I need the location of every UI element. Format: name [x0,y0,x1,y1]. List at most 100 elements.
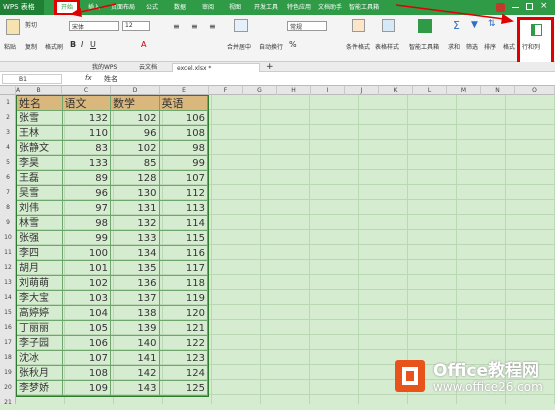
table-cell[interactable]: 106 [159,111,208,126]
col-header[interactable]: M [447,86,481,95]
row-header[interactable]: 20 [0,380,16,395]
header-math[interactable]: 数学 [111,96,160,111]
new-tab-icon[interactable]: + [262,63,278,72]
tab-excel-file[interactable]: excel.xlsx * [172,63,260,72]
col-header[interactable]: F [209,86,243,95]
table-cell[interactable]: 125 [159,381,208,396]
col-header[interactable]: C [62,86,111,95]
row-header[interactable]: 21 [0,395,16,410]
header-name[interactable]: 姓名 [17,96,63,111]
col-header[interactable]: H [277,86,311,95]
table-cell[interactable]: 116 [159,246,208,261]
table-cell[interactable]: 97 [62,201,112,216]
table-cell[interactable]: 117 [159,261,208,276]
col-header[interactable]: L [413,86,447,95]
table-cell[interactable]: 107 [159,171,208,186]
table-cell[interactable]: 张静文 [17,141,63,156]
row-header[interactable]: 7 [0,185,16,200]
table-cell[interactable]: 134 [111,246,160,261]
table-cell[interactable]: 122 [159,336,208,351]
row-header[interactable]: 8 [0,200,16,215]
table-cell[interactable]: 胡月 [17,261,63,276]
row-header[interactable]: 6 [0,170,16,185]
table-cell[interactable]: 138 [111,306,160,321]
row-header[interactable]: 1 [0,95,16,110]
col-header[interactable]: D [111,86,160,95]
formula-input[interactable]: 姓名 [104,74,118,84]
table-cell[interactable]: 123 [159,351,208,366]
table-cell[interactable]: 133 [62,156,112,171]
table-cell[interactable]: 130 [111,186,160,201]
row-header[interactable]: 9 [0,215,16,230]
table-cell[interactable]: 沈冰 [17,351,63,366]
col-header[interactable]: K [379,86,413,95]
table-cell[interactable]: 83 [62,141,112,156]
table-cell[interactable]: 119 [159,291,208,306]
col-header[interactable]: E [160,86,209,95]
table-cell[interactable]: 132 [62,111,112,126]
col-header[interactable]: N [481,86,515,95]
table-cell[interactable]: 105 [62,321,112,336]
table-cell[interactable]: 108 [159,126,208,141]
table-cell[interactable]: 89 [62,171,112,186]
table-cell[interactable]: 113 [159,201,208,216]
table-cell[interactable]: 139 [111,321,160,336]
table-cell[interactable]: 99 [159,156,208,171]
header-english[interactable]: 英语 [159,96,208,111]
table-cell[interactable]: 王磊 [17,171,63,186]
table-cell[interactable]: 99 [62,231,112,246]
table-cell[interactable]: 107 [62,351,112,366]
tab-my-wps[interactable]: 我的WPS [88,63,121,72]
table-cell[interactable]: 133 [111,231,160,246]
table-cell[interactable]: 102 [111,111,160,126]
row-header[interactable]: 14 [0,290,16,305]
row-header[interactable]: 15 [0,305,16,320]
table-cell[interactable]: 101 [62,261,112,276]
table-cell[interactable]: 李昊 [17,156,63,171]
fx-icon[interactable]: fx [85,74,92,82]
table-cell[interactable]: 100 [62,246,112,261]
table-cell[interactable]: 刘萌萌 [17,276,63,291]
table-cell[interactable]: 137 [111,291,160,306]
header-chinese[interactable]: 语文 [62,96,112,111]
table-cell[interactable]: 李大宝 [17,291,63,306]
row-header[interactable]: 12 [0,260,16,275]
table-cell[interactable]: 吴雪 [17,186,63,201]
col-header[interactable]: B [16,86,62,95]
row-header[interactable]: 5 [0,155,16,170]
table-cell[interactable]: 143 [111,381,160,396]
table-cell[interactable]: 96 [62,186,112,201]
table-cell[interactable]: 135 [111,261,160,276]
row-header[interactable]: 3 [0,125,16,140]
table-cell[interactable]: 85 [111,156,160,171]
table-cell[interactable]: 136 [111,276,160,291]
row-header[interactable]: 17 [0,335,16,350]
row-header[interactable]: 16 [0,320,16,335]
row-header[interactable]: 18 [0,350,16,365]
table-cell[interactable]: 96 [111,126,160,141]
row-header[interactable]: 2 [0,110,16,125]
table-cell[interactable]: 120 [159,306,208,321]
table-cell[interactable]: 110 [62,126,112,141]
table-cell[interactable]: 104 [62,306,112,321]
table-cell[interactable]: 132 [111,216,160,231]
table-cell[interactable]: 张秋月 [17,366,63,381]
table-cell[interactable]: 141 [111,351,160,366]
table-cell[interactable]: 106 [62,336,112,351]
table-cell[interactable]: 114 [159,216,208,231]
table-cell[interactable]: 丁丽丽 [17,321,63,336]
table-cell[interactable]: 李梦娇 [17,381,63,396]
table-cell[interactable]: 142 [111,366,160,381]
table-cell[interactable]: 98 [62,216,112,231]
table-cell[interactable]: 张强 [17,231,63,246]
table-cell[interactable]: 108 [62,366,112,381]
name-box[interactable]: B1 [2,74,62,84]
row-header[interactable]: 19 [0,365,16,380]
table-cell[interactable]: 林雪 [17,216,63,231]
tab-cloud-docs[interactable]: 云文档 [135,63,161,72]
col-header[interactable]: J [345,86,379,95]
table-cell[interactable]: 98 [159,141,208,156]
table-cell[interactable]: 124 [159,366,208,381]
row-header[interactable]: 4 [0,140,16,155]
row-header[interactable]: 11 [0,245,16,260]
